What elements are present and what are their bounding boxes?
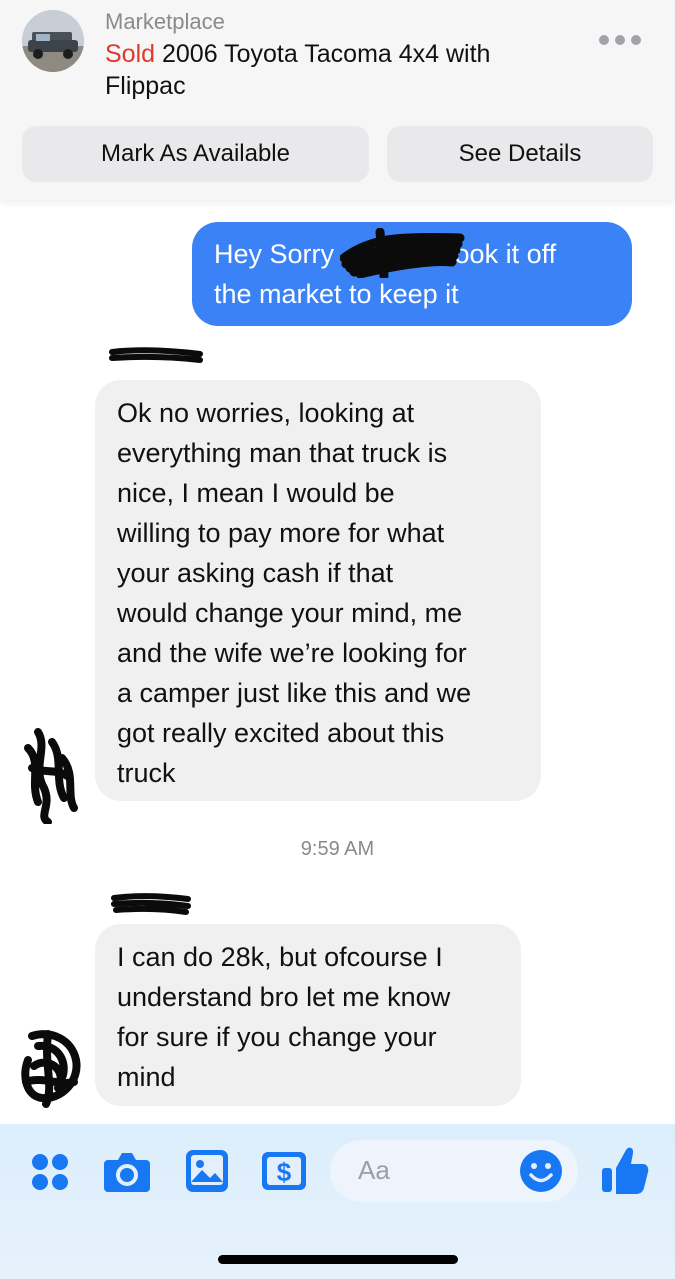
message-line: would change your mind, me — [117, 598, 463, 628]
message-line: the market to keep it — [214, 279, 459, 309]
listing-title-line2: Flippac — [105, 72, 186, 100]
message-line: everything man that truck is — [117, 438, 448, 468]
listing-title[interactable]: Sold 2006 Toyota Tacoma 4x4 with Flippac — [105, 38, 575, 102]
sender-avatar — [21, 1030, 81, 1108]
message-line: for sure if you change your — [117, 1022, 437, 1052]
see-details-button[interactable]: See Details — [387, 126, 653, 182]
sender-name-redaction — [109, 347, 203, 363]
mark-as-available-button[interactable]: Mark As Available — [22, 126, 369, 182]
message-line: a camper just like this and we — [117, 678, 472, 708]
sold-status: Sold — [105, 40, 156, 68]
payment-dollar-icon[interactable]: $ — [260, 1148, 308, 1194]
chat-screen: Marketplace Sold 2006 Toyota Tacoma 4x4 … — [0, 0, 675, 1279]
message-line: truck — [117, 758, 176, 788]
redaction-scribble — [340, 228, 465, 278]
message-line: nice, I mean I would be — [117, 478, 395, 508]
thumbs-up-icon[interactable] — [600, 1144, 650, 1196]
smiley-icon[interactable] — [518, 1148, 564, 1194]
listing-thumbnail[interactable] — [22, 10, 84, 72]
incoming-message-bubble[interactable]: Ok no worries, looking at everything man… — [95, 380, 541, 801]
message-line: your asking cash if that — [117, 558, 394, 588]
sender-name-redaction — [111, 893, 191, 915]
marketplace-listing-header: Marketplace Sold 2006 Toyota Tacoma 4x4 … — [0, 0, 675, 200]
home-indicator[interactable] — [218, 1255, 458, 1264]
message-line: Ok no worries, looking at — [117, 398, 415, 428]
listing-title-line1: 2006 Toyota Tacoma 4x4 with — [162, 40, 491, 68]
message-line: understand bro let me know — [117, 982, 451, 1012]
message-input-placeholder: Aa — [358, 1155, 390, 1185]
message-line: mind — [117, 1062, 176, 1092]
message-timestamp: 9:59 AM — [300, 838, 375, 860]
photo-gallery-icon[interactable] — [184, 1148, 230, 1194]
message-line: I can do 28k, but ofcourse I — [117, 942, 443, 972]
sender-avatar — [24, 728, 78, 824]
svg-text:$: $ — [277, 1157, 292, 1187]
message-line: got really excited about this — [117, 718, 445, 748]
apps-grid-icon[interactable] — [28, 1150, 72, 1194]
context-label: Marketplace — [105, 9, 225, 34]
message-line: willing to pay more for what — [117, 518, 445, 548]
more-horizontal-icon[interactable] — [596, 30, 644, 50]
camera-icon[interactable] — [102, 1148, 152, 1194]
message-line: and the wife we’re looking for — [117, 638, 467, 668]
incoming-message-bubble[interactable]: I can do 28k, but ofcourse I understand … — [95, 924, 521, 1106]
